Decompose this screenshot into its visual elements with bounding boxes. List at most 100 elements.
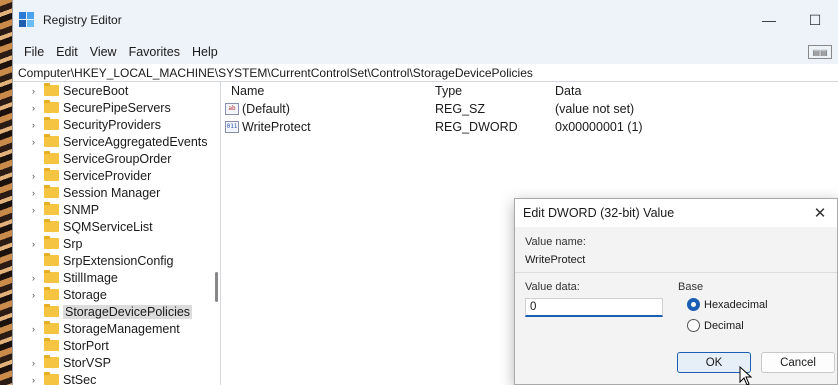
chevron-right-icon[interactable]: ›: [32, 205, 44, 215]
menu-favorites[interactable]: Favorites: [123, 45, 186, 59]
cancel-button[interactable]: Cancel: [761, 352, 835, 373]
window-title: Registry Editor: [43, 13, 122, 27]
registry-editor-icon: [19, 12, 35, 28]
tree-item[interactable]: › SecureBoot: [13, 82, 220, 99]
tree-item[interactable]: › Srp: [13, 235, 220, 252]
tree-scrollbar[interactable]: [215, 272, 218, 302]
maximize-button[interactable]: ☐: [792, 0, 838, 40]
tree-item[interactable]: › SNMP: [13, 201, 220, 218]
chevron-right-icon[interactable]: ›: [32, 273, 44, 283]
tree-item[interactable]: › StorageManagement: [13, 320, 220, 337]
folder-icon: [44, 355, 59, 368]
tree-item[interactable]: › SecurePipeServers: [13, 99, 220, 116]
tree-item[interactable]: › StSec: [13, 371, 220, 385]
radio-hexadecimal[interactable]: Hexadecimal: [687, 298, 768, 311]
chevron-right-icon[interactable]: ›: [32, 375, 44, 385]
close-icon[interactable]: ✕: [803, 204, 837, 222]
address-bar[interactable]: Computer\HKEY_LOCAL_MACHINE\SYSTEM\Curre…: [13, 64, 838, 82]
folder-icon: [44, 117, 59, 130]
value-data: 0x00000001 (1): [555, 120, 643, 134]
value-type: REG_SZ: [435, 102, 486, 116]
folder-icon: [44, 100, 59, 113]
divider: [515, 272, 837, 273]
layout-icon[interactable]: ▤▤: [808, 45, 832, 59]
folder-icon: [44, 219, 59, 232]
edit-dword-dialog: Edit DWORD (32-bit) Value ✕ Value name: …: [514, 198, 838, 385]
radio-hexadecimal-label: Hexadecimal: [704, 298, 768, 311]
folder-icon: [44, 168, 59, 181]
tree-item-label: StorageDevicePolicies: [63, 304, 193, 319]
key-tree: › SecureBoot › SecurePipeServers › SecurityPr…: [13, 82, 221, 385]
tree-item-label: ServiceGroupOrder: [63, 151, 172, 166]
column-header-data[interactable]: Data: [555, 84, 838, 98]
tree-item[interactable]: › Session Manager: [13, 184, 220, 201]
tree-item[interactable]: ›StorageDevicePolicies: [13, 303, 220, 320]
folder-icon: [44, 321, 59, 334]
chevron-right-icon[interactable]: ›: [32, 188, 44, 198]
menu-file[interactable]: File: [18, 45, 50, 59]
tree-item-label: Srp: [63, 236, 83, 251]
tree-item[interactable]: › ServiceProvider: [13, 167, 220, 184]
tree-item[interactable]: › StorVSP: [13, 354, 220, 371]
column-header-name[interactable]: Name: [221, 84, 435, 98]
tree-item-label: SecureBoot: [63, 83, 129, 98]
menu-edit[interactable]: Edit: [50, 45, 84, 59]
tree-item-label: SrpExtensionConfig: [63, 253, 174, 268]
tree-item-label: SecurityProviders: [63, 117, 161, 132]
value-name: (Default): [242, 102, 290, 116]
menu-bar: File Edit View Favorites Help ▤▤: [13, 40, 838, 64]
folder-icon: [44, 372, 59, 385]
tree-item-label: StorVSP: [63, 355, 111, 370]
chevron-right-icon[interactable]: ›: [32, 324, 44, 334]
folder-icon: [44, 236, 59, 249]
chevron-right-icon[interactable]: ›: [32, 137, 44, 147]
tree-item[interactable]: › Storage: [13, 286, 220, 303]
value-data-input[interactable]: 0: [525, 298, 663, 317]
dialog-title-bar[interactable]: Edit DWORD (32-bit) Value ✕: [515, 199, 837, 227]
tree-item[interactable]: › ServiceAggregatedEvents: [13, 133, 220, 150]
value-name: WriteProtect: [242, 120, 311, 134]
folder-icon: [44, 253, 59, 266]
column-header-type[interactable]: Type: [435, 84, 555, 98]
tree-item[interactable]: ›StorPort: [13, 337, 220, 354]
binary-value-icon: 011: [225, 121, 239, 133]
address-path: Computer\HKEY_LOCAL_MACHINE\SYSTEM\Curre…: [18, 65, 533, 80]
tree-item-label: ServiceProvider: [63, 168, 152, 183]
list-item[interactable]: ab (Default) REG_SZ (value not set): [221, 100, 838, 118]
radio-decimal[interactable]: Decimal: [687, 319, 744, 332]
chevron-right-icon[interactable]: ›: [32, 103, 44, 113]
mouse-cursor-icon: [739, 366, 753, 385]
chevron-right-icon[interactable]: ›: [32, 239, 44, 249]
chevron-right-icon[interactable]: ›: [32, 120, 44, 130]
tree-item-label: StSec: [63, 372, 97, 385]
title-bar[interactable]: Registry Editor — ☐: [13, 0, 838, 40]
menu-view[interactable]: View: [84, 45, 123, 59]
chevron-right-icon[interactable]: ›: [32, 171, 44, 181]
string-value-icon: ab: [225, 103, 239, 115]
tree-item-label: Session Manager: [63, 185, 161, 200]
value-data: (value not set): [555, 102, 635, 116]
folder-icon: [44, 185, 59, 198]
folder-icon: [44, 338, 59, 351]
folder-icon: [44, 202, 59, 215]
tree-item[interactable]: ›SrpExtensionConfig: [13, 252, 220, 269]
folder-icon: [44, 151, 59, 164]
tree-item-label: StorageManagement: [63, 321, 180, 336]
tree-item[interactable]: ›ServiceGroupOrder: [13, 150, 220, 167]
tree-item-label: Storage: [63, 287, 107, 302]
value-name-field: WriteProtect: [525, 254, 586, 266]
chevron-right-icon[interactable]: ›: [32, 358, 44, 368]
minimize-button[interactable]: —: [746, 0, 792, 40]
folder-icon: [44, 83, 59, 96]
chevron-right-icon[interactable]: ›: [32, 290, 44, 300]
chevron-right-icon[interactable]: ›: [32, 86, 44, 96]
tree-item[interactable]: › StillImage: [13, 269, 220, 286]
list-header: Name Type Data: [221, 82, 838, 100]
dialog-title: Edit DWORD (32-bit) Value: [523, 206, 675, 220]
menu-help[interactable]: Help: [186, 45, 224, 59]
list-item[interactable]: 011 WriteProtect REG_DWORD 0x00000001 (1…: [221, 118, 838, 136]
tree-item[interactable]: ›SQMServiceList: [13, 218, 220, 235]
value-type: REG_DWORD: [435, 120, 518, 134]
folder-icon: [44, 287, 59, 300]
tree-item[interactable]: › SecurityProviders: [13, 116, 220, 133]
